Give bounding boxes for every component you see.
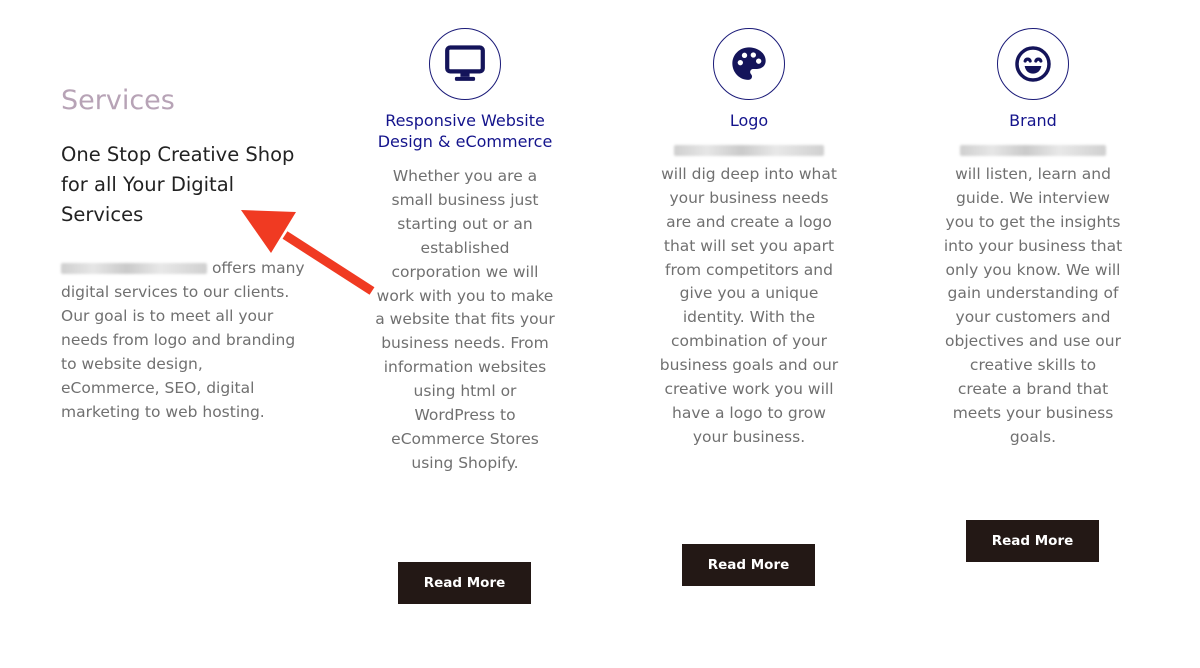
annotation-arrow-icon: [241, 210, 375, 295]
